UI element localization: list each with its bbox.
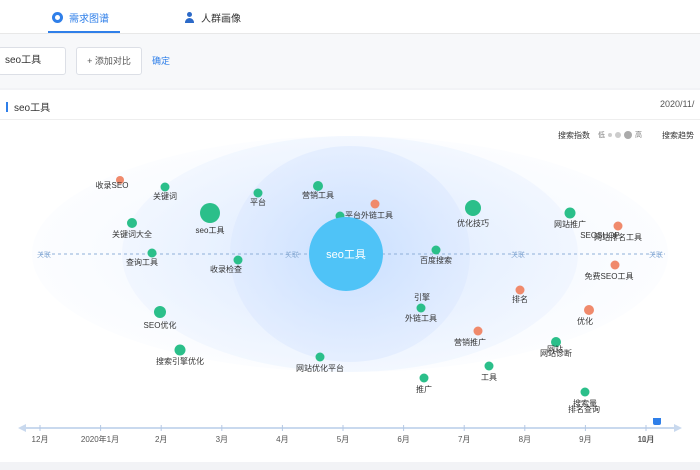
graph-node-label: 平台 xyxy=(250,197,266,207)
graph-node-label: 推广 xyxy=(416,384,432,394)
graph-node-dot[interactable] xyxy=(431,245,441,255)
graph-node-dot[interactable] xyxy=(419,373,429,383)
timeline-left-arrow-icon[interactable] xyxy=(18,424,26,432)
graph-node-dot[interactable] xyxy=(160,182,170,192)
timeline-tick-label[interactable]: 12月 xyxy=(32,435,49,444)
graph-node-label: 网站推广 xyxy=(554,219,586,229)
graph-node-dot[interactable] xyxy=(484,361,494,371)
graph-node-dot[interactable] xyxy=(154,306,166,318)
panel-date: 2020/11/ xyxy=(660,99,695,109)
graph-node-dot[interactable] xyxy=(200,203,220,223)
confirm-button[interactable]: 确定 xyxy=(152,54,170,67)
timeline: 12月 2020年1月 2月 3月 4月 5月 6月 7月 8月 9月 10月11月 xyxy=(18,418,682,444)
graph-node-dot[interactable] xyxy=(127,218,137,228)
center-node-label: seo工具 xyxy=(326,248,366,261)
graph-node-label: 工具 xyxy=(481,373,497,382)
graph-node-label: 免费SEO工具 xyxy=(585,271,634,281)
graph-node-dot[interactable] xyxy=(473,326,483,336)
graph-node[interactable]: 引擎 xyxy=(414,292,430,302)
graph-node-dot[interactable] xyxy=(465,200,481,216)
graph-node-dot[interactable] xyxy=(584,305,594,315)
graph-node-dot[interactable] xyxy=(253,188,263,198)
active-tab-indicator xyxy=(48,31,120,33)
graph-node-dot[interactable] xyxy=(515,285,525,295)
graph-node-dot[interactable] xyxy=(416,303,426,313)
graph-node-label: 营销工具 xyxy=(302,190,334,200)
panel-header: seo工具 2020/11/ xyxy=(0,90,700,120)
graph-node-label: 百度搜索 xyxy=(420,255,452,265)
tab-crowd-portrait[interactable]: 人群画像 xyxy=(184,7,241,27)
graph-node-label: 排名 xyxy=(512,294,528,304)
graph-node-label: 引擎 xyxy=(414,292,430,302)
graph-node-label: 搜索引擎优化 xyxy=(156,356,204,366)
graph-node-dot[interactable] xyxy=(610,260,620,270)
panel-title-text: seo工具 xyxy=(14,103,51,114)
search-bar: seo工具 + 添加对比 确定 xyxy=(0,34,700,88)
timeline-tick-label[interactable]: 7月 xyxy=(458,435,470,444)
graph-node[interactable]: 网站 xyxy=(547,344,563,354)
timeline-tick-label[interactable]: 8月 xyxy=(519,435,531,444)
timeline-tick-label[interactable]: 3月 xyxy=(216,435,228,444)
timeline-tick-label[interactable]: 5月 xyxy=(337,435,349,444)
graph-node-label: seo工具 xyxy=(196,226,225,235)
graph-node-label: 排名查询 xyxy=(568,404,600,414)
timeline-tick-label[interactable]: 11月 xyxy=(638,435,654,444)
timeline-right-arrow-icon[interactable] xyxy=(674,424,682,432)
graph-node-label: 网站 xyxy=(547,344,563,354)
graph-node-label: 收录检查 xyxy=(210,264,242,274)
graph-node[interactable]: SEOSHOP xyxy=(580,231,620,240)
title-accent-bar xyxy=(6,101,8,112)
graph-node-label: 优化技巧 xyxy=(457,218,489,228)
graph-node-label: 收录SEO xyxy=(96,180,129,190)
graph-node-label: SEOSHOP xyxy=(580,231,620,240)
panel-title: seo工具 xyxy=(6,99,50,114)
graph-node-label: 营销推广 xyxy=(454,337,486,347)
axis-side-label: 关联 xyxy=(649,250,663,259)
graph-node-dot[interactable] xyxy=(315,352,325,362)
axis-side-label: 关联 xyxy=(511,250,525,259)
graph-panel: seo工具 2020/11/ 搜索指数 低 高 搜索趋势 关联 关联 关联 关联… xyxy=(0,90,700,462)
graph-icon xyxy=(52,11,63,23)
graph-node-dot[interactable] xyxy=(174,344,186,356)
user-icon xyxy=(184,11,195,23)
graph-node-dot[interactable] xyxy=(613,221,623,231)
timeline-tick-label[interactable]: 9月 xyxy=(579,435,591,444)
timeline-tick-label[interactable]: 6月 xyxy=(397,435,409,444)
graph-node-label: SEO优化 xyxy=(144,320,177,330)
graph-node-dot[interactable] xyxy=(233,255,243,265)
graph-node-label: 查询工具 xyxy=(126,257,158,267)
timeline-handle[interactable] xyxy=(653,418,661,425)
top-tab-bar: 需求图谱 人群画像 xyxy=(0,0,700,34)
graph-node-label: 关键词 xyxy=(153,191,177,201)
graph-node-label: 外链工具 xyxy=(405,313,437,323)
graph-node-dot[interactable] xyxy=(564,207,576,219)
graph-node-label: 优化 xyxy=(577,316,593,326)
graph-node[interactable]: 工具 xyxy=(481,361,497,383)
timeline-tick-label[interactable]: 4月 xyxy=(276,435,288,444)
graph-node-label: 网站优化平台 xyxy=(296,363,344,373)
graph-node-label: 关键词大全 xyxy=(112,229,152,239)
axis-side-label: 关联 xyxy=(285,250,299,259)
graph-node-dot[interactable] xyxy=(370,199,380,209)
graph-node[interactable]: 排名查询 xyxy=(568,404,600,414)
keyword-input[interactable]: seo工具 xyxy=(0,47,66,75)
bottom-strip xyxy=(0,462,700,470)
graph-node-dot[interactable] xyxy=(313,181,323,191)
tab-crowd-portrait-label: 人群画像 xyxy=(201,13,241,25)
tab-demand-graph-label: 需求图谱 xyxy=(69,13,109,25)
axis-side-label: 关联 xyxy=(37,250,51,259)
timeline-tick-label[interactable]: 2月 xyxy=(155,435,167,444)
timeline-tick-label[interactable]: 2020年1月 xyxy=(81,434,119,444)
graph-node[interactable]: 推广 xyxy=(416,373,432,395)
graph-node-dot[interactable] xyxy=(147,248,157,258)
graph-node-dot[interactable] xyxy=(580,387,590,397)
tab-demand-graph[interactable]: 需求图谱 xyxy=(52,7,109,27)
add-compare-button[interactable]: + 添加对比 xyxy=(76,47,142,75)
demand-graph-canvas: 关联关联关联关联 收录SEO关键词seo工具平台关键词大全平台外链工具营销工具长… xyxy=(32,136,668,414)
